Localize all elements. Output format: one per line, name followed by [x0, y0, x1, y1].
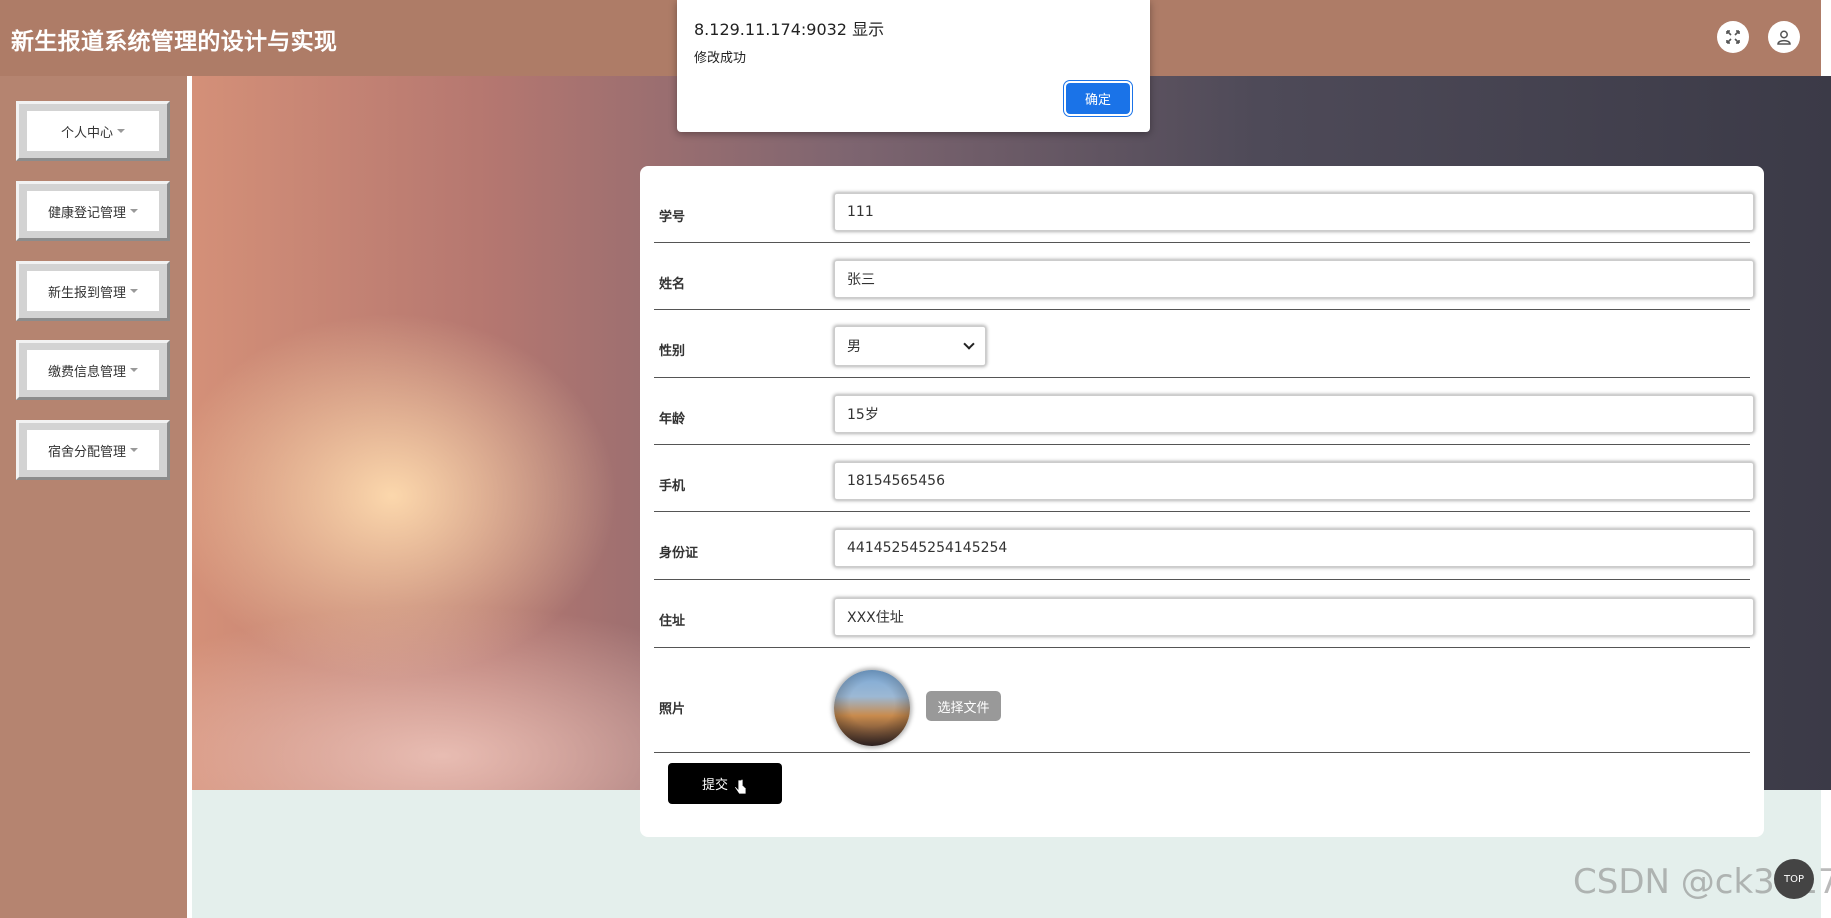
profile-form: 学号 111 姓名 张三 性别 男 年龄 15岁 手机 18154565456 …	[640, 166, 1764, 837]
field-value: 张三	[847, 272, 875, 288]
caret-down-icon	[130, 289, 138, 293]
field-value: 18154565456	[847, 473, 945, 489]
app-title: 新生报道系统管理的设计与实现	[11, 29, 338, 55]
user-icon	[1777, 30, 1791, 45]
submit-label: 提交	[701, 778, 728, 793]
form-row-address: 住址 XXX住址	[654, 580, 1754, 648]
sidebar-item-label: 宿舍分配管理	[47, 444, 126, 460]
form-row-photo: 照片 选择文件	[654, 648, 1750, 753]
field-label: 手机	[659, 479, 686, 494]
background-banner: 学号 111 姓名 张三 性别 男 年龄 15岁 手机 18154565456 …	[192, 76, 1831, 837]
field-label: 住址	[659, 614, 686, 629]
hand-cursor-icon	[734, 778, 747, 794]
name-input[interactable]: 张三	[834, 260, 1754, 298]
address-input[interactable]: XXX住址	[834, 598, 1754, 636]
sidebar-item-personal-center[interactable]: 个人中心	[16, 101, 170, 161]
field-label: 年龄	[659, 412, 686, 427]
field-value: XXX住址	[847, 610, 904, 626]
sidebar-item-label: 个人中心	[60, 125, 113, 141]
form-row-age: 年龄 15岁	[654, 378, 1754, 445]
sidebar-item-label: 新生报到管理	[47, 285, 126, 301]
student-id-input[interactable]: 111	[834, 193, 1754, 231]
alert-dialog: 8.129.11.174:9032 显示 修改成功 确定	[677, 0, 1150, 132]
back-to-top-button[interactable]: TOP	[1774, 859, 1814, 899]
form-row-id-card: 身份证 441452545254145254	[654, 512, 1754, 580]
submit-button[interactable]: 提交	[668, 763, 782, 804]
field-label: 身份证	[659, 546, 699, 561]
caret-down-icon	[130, 209, 138, 213]
field-value: 111	[847, 204, 874, 220]
sidebar-item-label: 缴费信息管理	[47, 364, 126, 380]
dialog-ok-button[interactable]: 确定	[1066, 83, 1130, 114]
field-label: 性别	[659, 344, 686, 359]
caret-down-icon	[130, 448, 138, 452]
sidebar-item-freshman-report[interactable]: 新生报到管理	[16, 261, 170, 321]
id-card-input[interactable]: 441452545254145254	[834, 529, 1754, 567]
fullscreen-icon	[1726, 30, 1740, 44]
phone-input[interactable]: 18154565456	[834, 462, 1754, 500]
dialog-origin: 8.129.11.174:9032 显示	[694, 20, 885, 39]
sidebar-item-label: 健康登记管理	[47, 205, 126, 221]
user-button[interactable]	[1768, 21, 1800, 53]
field-label: 照片	[659, 702, 686, 717]
form-row-gender: 性别 男	[654, 310, 1750, 378]
photo-thumbnail	[834, 670, 910, 746]
gender-select[interactable]: 男	[834, 326, 986, 366]
form-row-student-id: 学号 111	[654, 166, 1754, 243]
choose-file-button[interactable]: 选择文件	[926, 691, 1001, 721]
sidebar: 个人中心 健康登记管理 新生报到管理 缴费信息管理 宿舍分配管理	[0, 76, 187, 918]
field-label: 姓名	[659, 277, 686, 292]
caret-down-icon	[130, 368, 138, 372]
form-row-name: 姓名 张三	[654, 243, 1754, 310]
field-value: 15岁	[847, 407, 879, 423]
dialog-message: 修改成功	[694, 51, 747, 66]
chevron-down-icon	[963, 338, 975, 350]
sidebar-item-payment-info[interactable]: 缴费信息管理	[16, 340, 170, 400]
age-input[interactable]: 15岁	[834, 395, 1754, 433]
fullscreen-button[interactable]	[1717, 21, 1749, 53]
sidebar-item-health-registration[interactable]: 健康登记管理	[16, 181, 170, 241]
caret-down-icon	[117, 129, 125, 133]
sidebar-item-dorm-allocation[interactable]: 宿舍分配管理	[16, 420, 170, 480]
field-label: 学号	[659, 210, 686, 225]
field-value: 男	[847, 339, 861, 355]
field-value: 441452545254145254	[847, 540, 1008, 556]
form-row-phone: 手机 18154565456	[654, 445, 1754, 512]
